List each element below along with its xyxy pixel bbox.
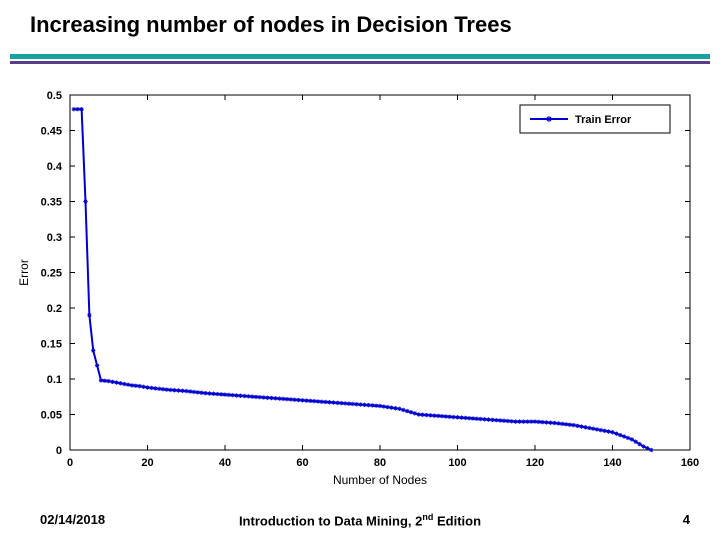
x-tick-label: 20	[141, 457, 153, 469]
plot-box	[70, 95, 690, 450]
train-error-line	[74, 109, 651, 450]
y-tick-label: 0.25	[41, 268, 62, 280]
y-tick-label: 0	[56, 445, 62, 457]
x-tick-label: 40	[219, 457, 231, 469]
y-tick-label: 0.45	[41, 126, 62, 138]
x-tick-label: 0	[67, 457, 73, 469]
footer-page: 4	[683, 512, 690, 527]
x-tick-label: 100	[448, 457, 466, 469]
y-tick-label: 0.05	[41, 410, 62, 422]
chart: 0 20 40 60 80 100 120 140 160 0 0.05 0.1 0.15 0.2 0.25…	[10, 80, 710, 500]
y-tick-label: 0.3	[47, 232, 62, 244]
y-tick-label: 0.15	[41, 339, 62, 351]
y-tick-label: 0.2	[47, 303, 62, 315]
y-tick-label: 0.1	[47, 374, 62, 386]
slide-title: Increasing number of nodes in Decision T…	[30, 12, 512, 38]
footer-book: Introduction to Data Mining, 2nd Edition	[0, 512, 720, 528]
x-tick-label: 120	[526, 457, 544, 469]
x-axis-label: Number of Nodes	[333, 473, 427, 487]
x-tick-label: 140	[603, 457, 621, 469]
x-tick-label: 60	[296, 457, 308, 469]
legend-label: Train Error	[575, 114, 632, 126]
train-error-markers	[72, 107, 654, 452]
title-rule	[10, 54, 710, 64]
y-tick-label: 0.35	[41, 197, 62, 209]
footer: 02/14/2018 Introduction to Data Mining, …	[0, 512, 720, 532]
y-tick-label: 0.5	[47, 90, 62, 102]
y-axis-label: Error	[17, 259, 31, 286]
y-tick-label: 0.4	[47, 161, 63, 173]
x-tick-label: 80	[374, 457, 386, 469]
x-tick-label: 160	[681, 457, 699, 469]
